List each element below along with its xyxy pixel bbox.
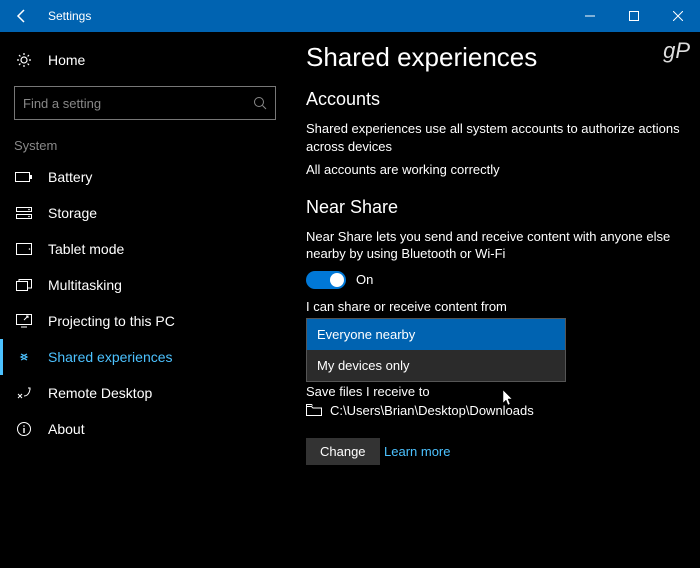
dropdown-list: Everyone nearby My devices only bbox=[306, 318, 566, 382]
nearshare-desc: Near Share lets you send and receive con… bbox=[306, 228, 684, 263]
info-icon bbox=[14, 421, 34, 437]
home-label: Home bbox=[48, 52, 85, 68]
save-path-row: C:\Users\Brian\Desktop\Downloads bbox=[306, 403, 684, 418]
save-to-label: Save files I receive to bbox=[306, 384, 684, 399]
search-input[interactable]: Find a setting bbox=[14, 86, 276, 120]
sidebar-item-tablet[interactable]: Tablet mode bbox=[0, 231, 290, 267]
nav-label: Remote Desktop bbox=[48, 385, 152, 401]
nav-label: Tablet mode bbox=[48, 241, 124, 257]
titlebar: Settings bbox=[0, 0, 700, 32]
multitasking-icon bbox=[14, 279, 34, 291]
window-title: Settings bbox=[48, 9, 568, 23]
share-from-dropdown[interactable]: Everyone nearby My devices only bbox=[306, 318, 684, 350]
shared-icon bbox=[14, 349, 34, 365]
accounts-section: Accounts Shared experiences use all syst… bbox=[306, 89, 684, 179]
search-icon bbox=[253, 96, 267, 110]
page-title: Shared experiences bbox=[306, 42, 684, 73]
nav-label: Storage bbox=[48, 205, 97, 221]
change-label: Change bbox=[320, 444, 366, 459]
accounts-heading: Accounts bbox=[306, 89, 684, 110]
sidebar-item-battery[interactable]: Battery bbox=[0, 159, 290, 195]
maximize-button[interactable] bbox=[612, 0, 656, 32]
nav-label: Multitasking bbox=[48, 277, 122, 293]
settings-window: Settings Home Find a setting bbox=[0, 0, 700, 568]
nearshare-heading: Near Share bbox=[306, 197, 684, 218]
sidebar-item-about[interactable]: About bbox=[0, 411, 290, 447]
change-button[interactable]: Change bbox=[306, 438, 380, 465]
projecting-icon bbox=[14, 314, 34, 328]
window-controls bbox=[568, 0, 700, 32]
home-button[interactable]: Home bbox=[0, 44, 290, 76]
accounts-status: All accounts are working correctly bbox=[306, 161, 684, 179]
accounts-desc: Shared experiences use all system accoun… bbox=[306, 120, 684, 155]
nearshare-toggle[interactable] bbox=[306, 271, 346, 289]
toggle-state: On bbox=[356, 272, 373, 287]
nav-label: About bbox=[48, 421, 85, 437]
tablet-icon bbox=[14, 243, 34, 255]
search-placeholder: Find a setting bbox=[23, 96, 253, 111]
sidebar: Home Find a setting System Battery Stora… bbox=[0, 32, 290, 568]
sidebar-item-projecting[interactable]: Projecting to this PC bbox=[0, 303, 290, 339]
dropdown-option-everyone[interactable]: Everyone nearby bbox=[307, 319, 565, 350]
sidebar-item-remote-desktop[interactable]: Remote Desktop bbox=[0, 375, 290, 411]
nearshare-toggle-row: On bbox=[306, 271, 684, 289]
watermark: gP bbox=[663, 38, 690, 64]
nearshare-section: Near Share Near Share lets you send and … bbox=[306, 197, 684, 465]
nav-label: Battery bbox=[48, 169, 92, 185]
nav-label: Projecting to this PC bbox=[48, 313, 175, 329]
back-button[interactable] bbox=[0, 0, 44, 32]
sidebar-item-shared-experiences[interactable]: Shared experiences bbox=[0, 339, 290, 375]
learn-label: Learn more bbox=[384, 444, 450, 459]
remote-icon bbox=[14, 386, 34, 400]
save-path: C:\Users\Brian\Desktop\Downloads bbox=[330, 403, 534, 418]
share-from-label: I can share or receive content from bbox=[306, 299, 684, 314]
learn-more-link[interactable]: Learn more bbox=[384, 444, 450, 459]
minimize-button[interactable] bbox=[568, 0, 612, 32]
main-panel: gP Shared experiences Accounts Shared ex… bbox=[290, 32, 700, 568]
storage-icon bbox=[14, 206, 34, 220]
dropdown-option-mydevices[interactable]: My devices only bbox=[307, 350, 565, 381]
sidebar-item-storage[interactable]: Storage bbox=[0, 195, 290, 231]
option-label: My devices only bbox=[317, 358, 409, 373]
close-button[interactable] bbox=[656, 0, 700, 32]
battery-icon bbox=[14, 171, 34, 183]
option-label: Everyone nearby bbox=[317, 327, 415, 342]
content-area: Home Find a setting System Battery Stora… bbox=[0, 32, 700, 568]
group-label: System bbox=[0, 134, 290, 159]
nav-label: Shared experiences bbox=[48, 349, 173, 365]
sidebar-item-multitasking[interactable]: Multitasking bbox=[0, 267, 290, 303]
gear-icon bbox=[14, 52, 34, 68]
folder-icon bbox=[306, 404, 322, 416]
